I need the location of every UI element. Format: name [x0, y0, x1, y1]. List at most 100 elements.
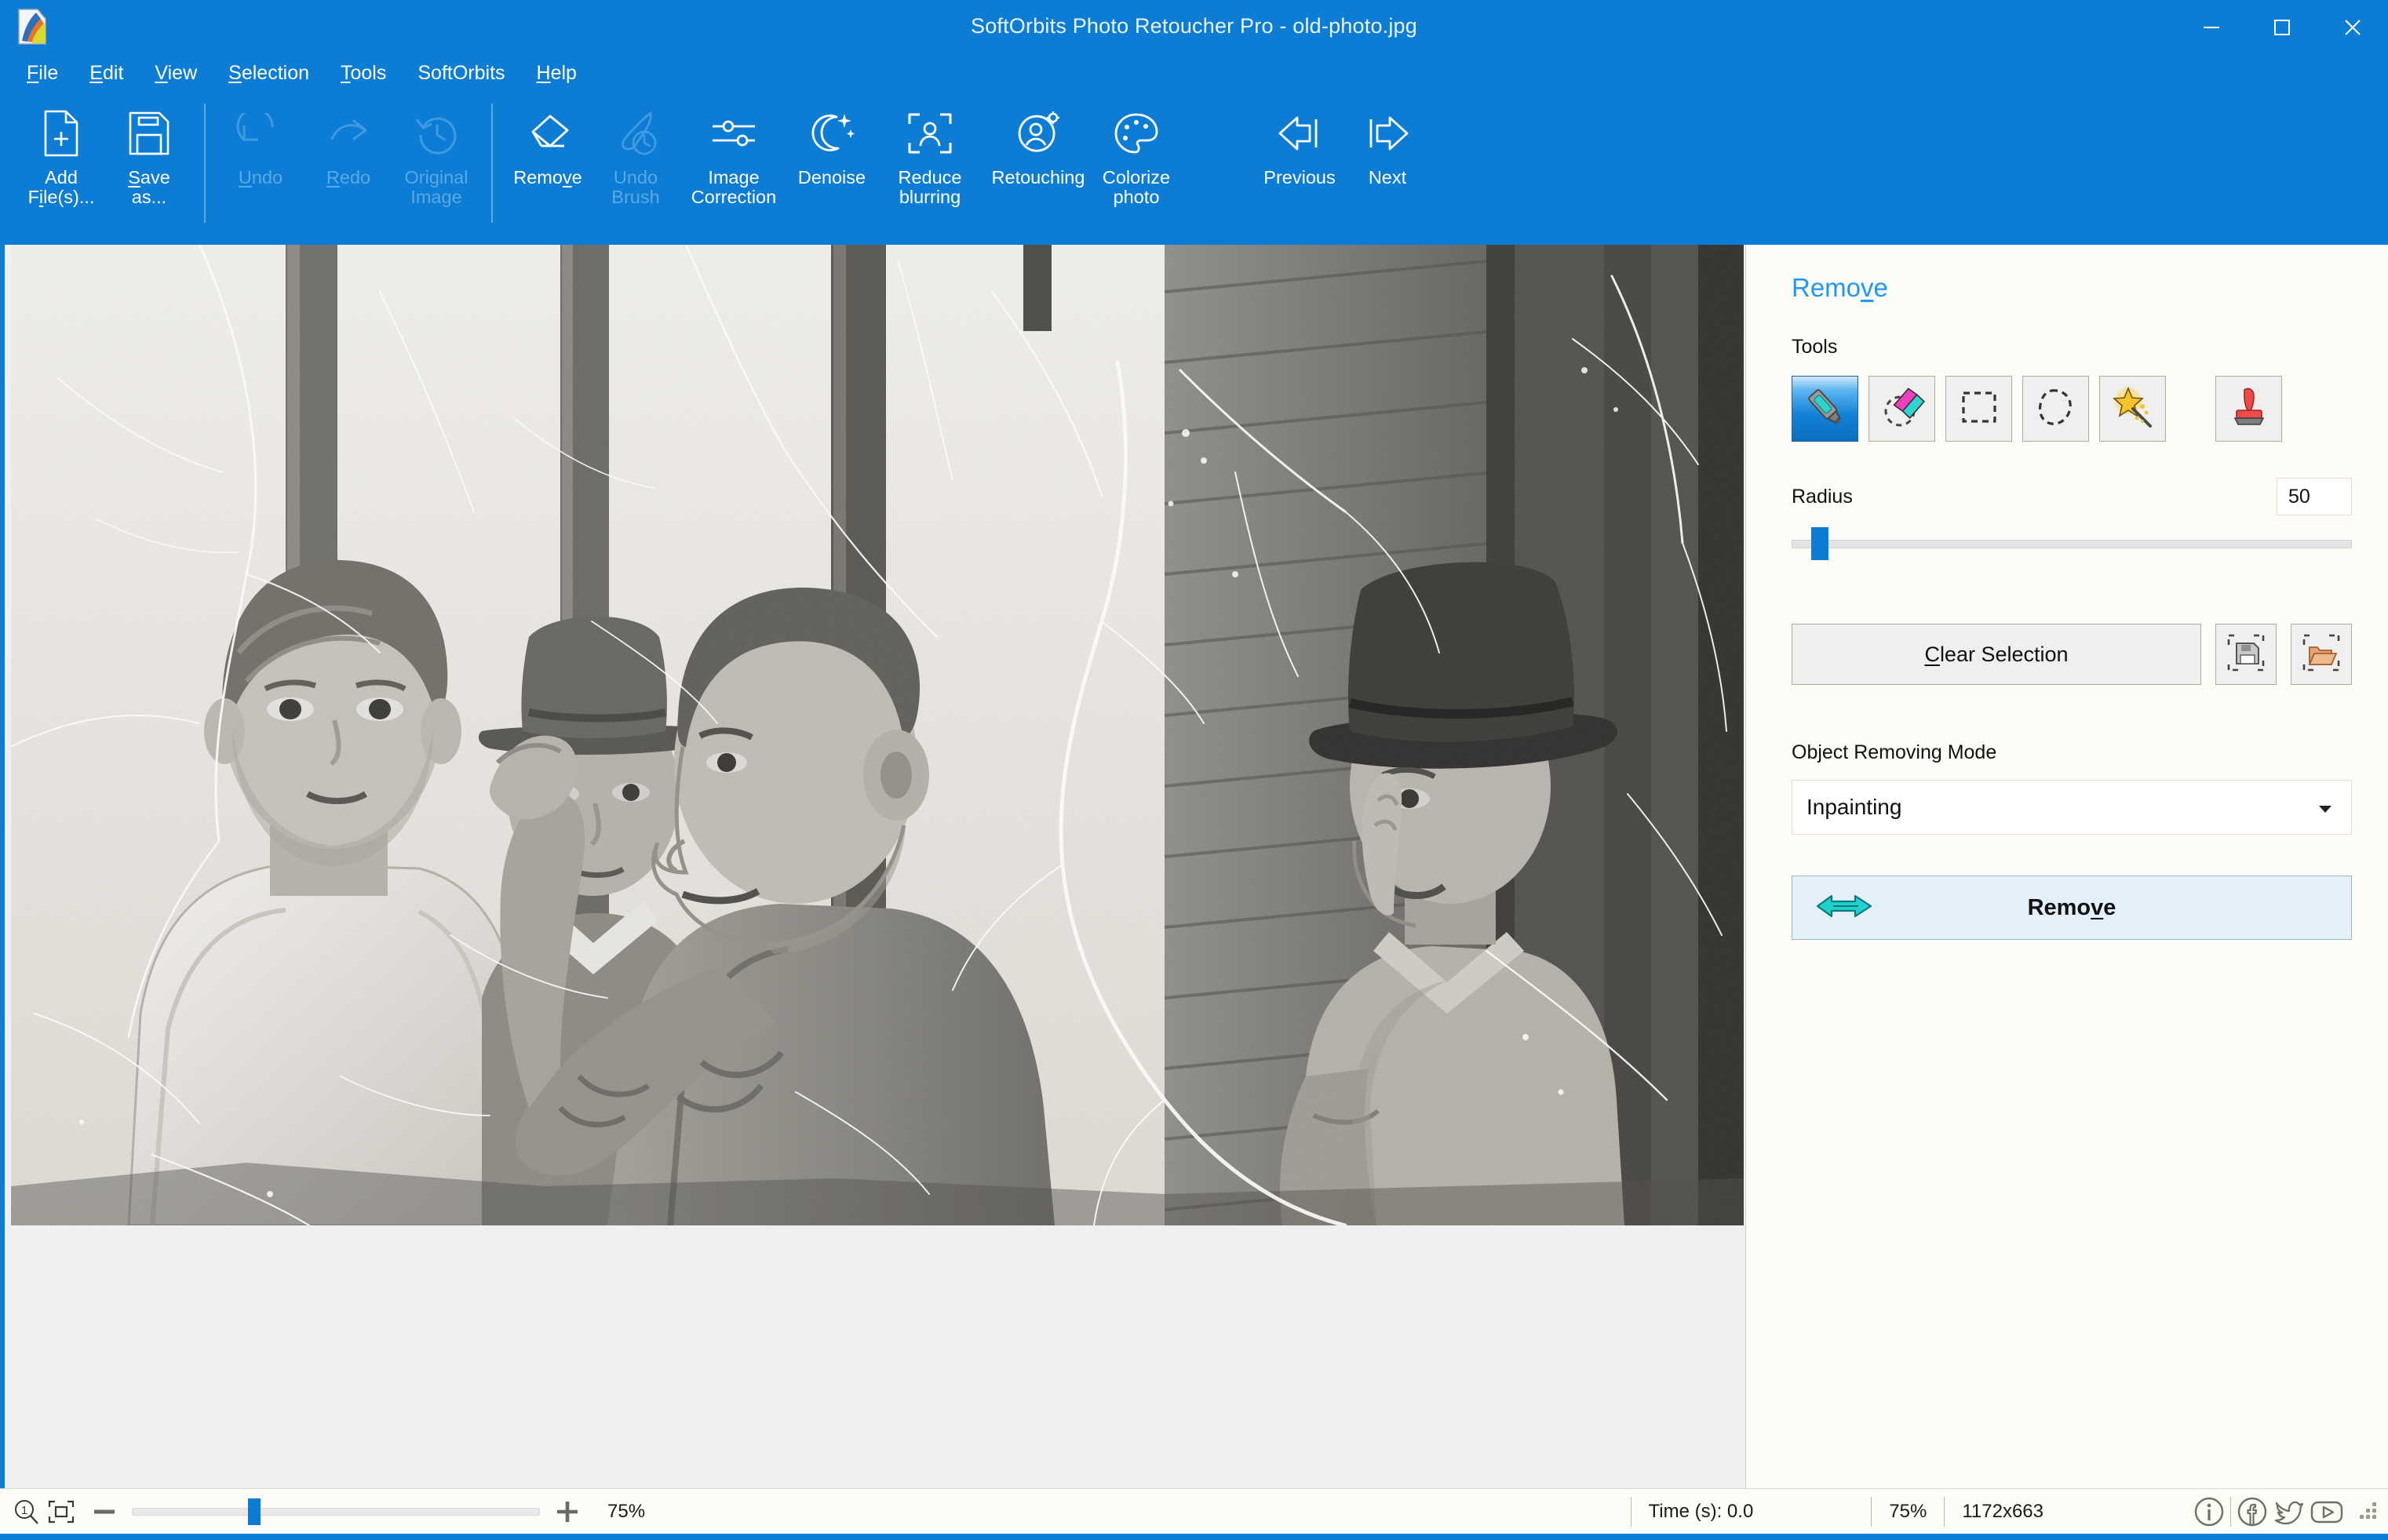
- save-selection-button[interactable]: [2215, 624, 2277, 685]
- focus-person-icon: [906, 104, 953, 163]
- ribbon-label: Undo Brush: [611, 167, 660, 207]
- ribbon-denoise-button[interactable]: Denoise: [788, 104, 876, 187]
- tool-magic-wand-button[interactable]: [2099, 376, 2166, 442]
- remove-tool-panel: Remove Tools Radius 50 C lear Selection …: [1745, 245, 2388, 1488]
- status-divider: [2230, 1496, 2231, 1527]
- ribbon-label: Previous: [1263, 167, 1336, 187]
- arrow-right-icon: [1363, 104, 1412, 163]
- menu-bar: File Edit View Selection Tools SoftOrbit…: [0, 55, 2388, 91]
- zoom-out-button[interactable]: [91, 1502, 118, 1521]
- zoom-percent-label: 75%: [607, 1500, 646, 1522]
- radius-row: Radius 50: [1792, 478, 2352, 515]
- save-selection-icon: [2226, 632, 2266, 677]
- panel-title: Remove: [1792, 273, 1888, 302]
- document-plus-icon: [41, 104, 82, 163]
- ribbon-label: Colorize photo: [1102, 167, 1171, 207]
- zoom-slider[interactable]: [132, 1498, 540, 1526]
- rectangle-select-icon: [1959, 387, 2000, 431]
- menu-item-softorbits[interactable]: SoftOrbits: [414, 60, 508, 86]
- ribbon-label: Add File(s)...: [27, 167, 95, 207]
- radius-input[interactable]: 50: [2277, 478, 2352, 515]
- load-selection-button[interactable]: [2291, 624, 2352, 685]
- clone-stamp-icon: [2229, 385, 2270, 433]
- object-removing-mode-select[interactable]: Inpainting: [1792, 780, 2352, 835]
- ribbon-save-as-button[interactable]: Save as...: [105, 104, 193, 207]
- tool-eraser-button[interactable]: [1868, 376, 1935, 442]
- ribbon-add-files-button[interactable]: Add File(s)...: [17, 104, 105, 207]
- ribbon-undo-brush-button[interactable]: Undo Brush: [592, 104, 680, 207]
- ribbon-remove-button[interactable]: Remove: [504, 104, 592, 187]
- eraser-brush-icon: [1879, 384, 1925, 434]
- tool-marker-button[interactable]: [1792, 376, 1858, 442]
- status-divider: [1871, 1496, 1872, 1527]
- minimize-icon[interactable]: [2176, 0, 2247, 55]
- menu-item-tools[interactable]: Tools: [337, 60, 389, 86]
- status-bar: 1 75% Time (s): 0.0 75% 1172x663: [0, 1488, 2388, 1534]
- load-selection-icon: [2301, 632, 2342, 677]
- zoom-in-button[interactable]: [554, 1498, 581, 1525]
- scale-percent-label: 75%: [1889, 1500, 1927, 1522]
- title-bar: SoftOrbits Photo Retoucher Pro - old-pho…: [0, 0, 2388, 55]
- marker-pen-icon: [1803, 384, 1848, 434]
- ribbon-separator: [491, 104, 493, 223]
- close-icon[interactable]: [2317, 0, 2388, 55]
- tool-clone-stamp-button[interactable]: [2215, 376, 2282, 442]
- object-removing-mode-value: Inpainting: [1806, 795, 1902, 819]
- window-bottom-edge: [0, 1534, 2388, 1540]
- ribbon-next-button[interactable]: Next: [1343, 104, 1431, 187]
- menu-item-view[interactable]: View: [151, 60, 200, 86]
- zoom-slider-thumb[interactable]: [248, 1498, 261, 1525]
- image-canvas-area[interactable]: [0, 245, 1745, 1488]
- info-circle-icon[interactable]: [2193, 1495, 2226, 1528]
- eraser-icon: [523, 104, 572, 163]
- menu-item-file[interactable]: File: [24, 60, 61, 86]
- ribbon-colorize-photo-button[interactable]: Colorize photo: [1092, 104, 1180, 207]
- object-removing-mode-label: Object Removing Mode: [1792, 741, 1997, 763]
- undo-arrow-icon: [236, 104, 285, 163]
- ribbon-image-correction-button[interactable]: Image Correction: [680, 104, 788, 207]
- status-divider: [1944, 1496, 1945, 1527]
- tool-rectangle-select-button[interactable]: [1945, 376, 2012, 442]
- chevron-down-icon: [2317, 795, 2334, 820]
- facebook-icon[interactable]: [2236, 1495, 2269, 1528]
- zoom-fit-window-icon[interactable]: [47, 1499, 75, 1524]
- redo-arrow-icon: [324, 104, 373, 163]
- tools-row: [1792, 376, 2352, 442]
- ribbon-retouching-button[interactable]: Retouching: [984, 104, 1092, 187]
- remove-action-button[interactable]: Remove: [1792, 876, 2352, 940]
- window-title: SoftOrbits Photo Retoucher Pro - old-pho…: [970, 14, 1417, 38]
- moon-sparkle-icon: [808, 104, 855, 163]
- clear-selection-button[interactable]: Clear Selection: [1792, 624, 2201, 685]
- ribbon-label: Image Correction: [691, 167, 777, 207]
- brush-clock-icon: [611, 104, 660, 163]
- resize-grip-icon[interactable]: [2358, 1501, 2380, 1523]
- ribbon-previous-button[interactable]: Previous: [1256, 104, 1343, 187]
- ribbon-label: Original Image: [404, 167, 468, 207]
- ribbon-label: Denoise: [797, 167, 866, 187]
- main-body: Remove Tools Radius 50 C lear Selection …: [0, 245, 2388, 1488]
- radius-slider[interactable]: [1792, 526, 2352, 561]
- tools-label: Tools: [1792, 336, 1838, 358]
- lasso-select-icon: [2036, 386, 2076, 432]
- ribbon-redo-button[interactable]: Redo: [304, 104, 392, 187]
- ribbon-label: Remove: [513, 167, 582, 187]
- ribbon-original-image-button[interactable]: Original Image: [392, 104, 480, 207]
- history-clock-icon: [414, 104, 459, 163]
- radius-slider-thumb[interactable]: [1810, 527, 1828, 560]
- menu-item-selection[interactable]: Selection: [225, 60, 312, 86]
- menu-item-edit[interactable]: Edit: [86, 60, 126, 86]
- maximize-icon[interactable]: [2247, 0, 2317, 55]
- menu-item-help[interactable]: Help: [534, 60, 580, 86]
- zoom-actual-size-icon[interactable]: 1: [13, 1498, 41, 1526]
- tool-lasso-select-button[interactable]: [2022, 376, 2089, 442]
- youtube-icon[interactable]: [2308, 1495, 2346, 1528]
- palette-icon: [1113, 104, 1160, 163]
- ribbon-reduce-blurring-button[interactable]: Reduce blurring: [876, 104, 984, 207]
- remove-action-label: Remove: [2027, 894, 2116, 920]
- photo-image[interactable]: [11, 245, 1744, 1225]
- twitter-bird-icon[interactable]: [2272, 1495, 2305, 1528]
- ribbon-separator: [204, 104, 206, 223]
- ribbon-undo-button[interactable]: Undo: [217, 104, 304, 187]
- radius-slider-track: [1792, 539, 2352, 548]
- time-label: Time (s): 0.0: [1648, 1500, 1754, 1522]
